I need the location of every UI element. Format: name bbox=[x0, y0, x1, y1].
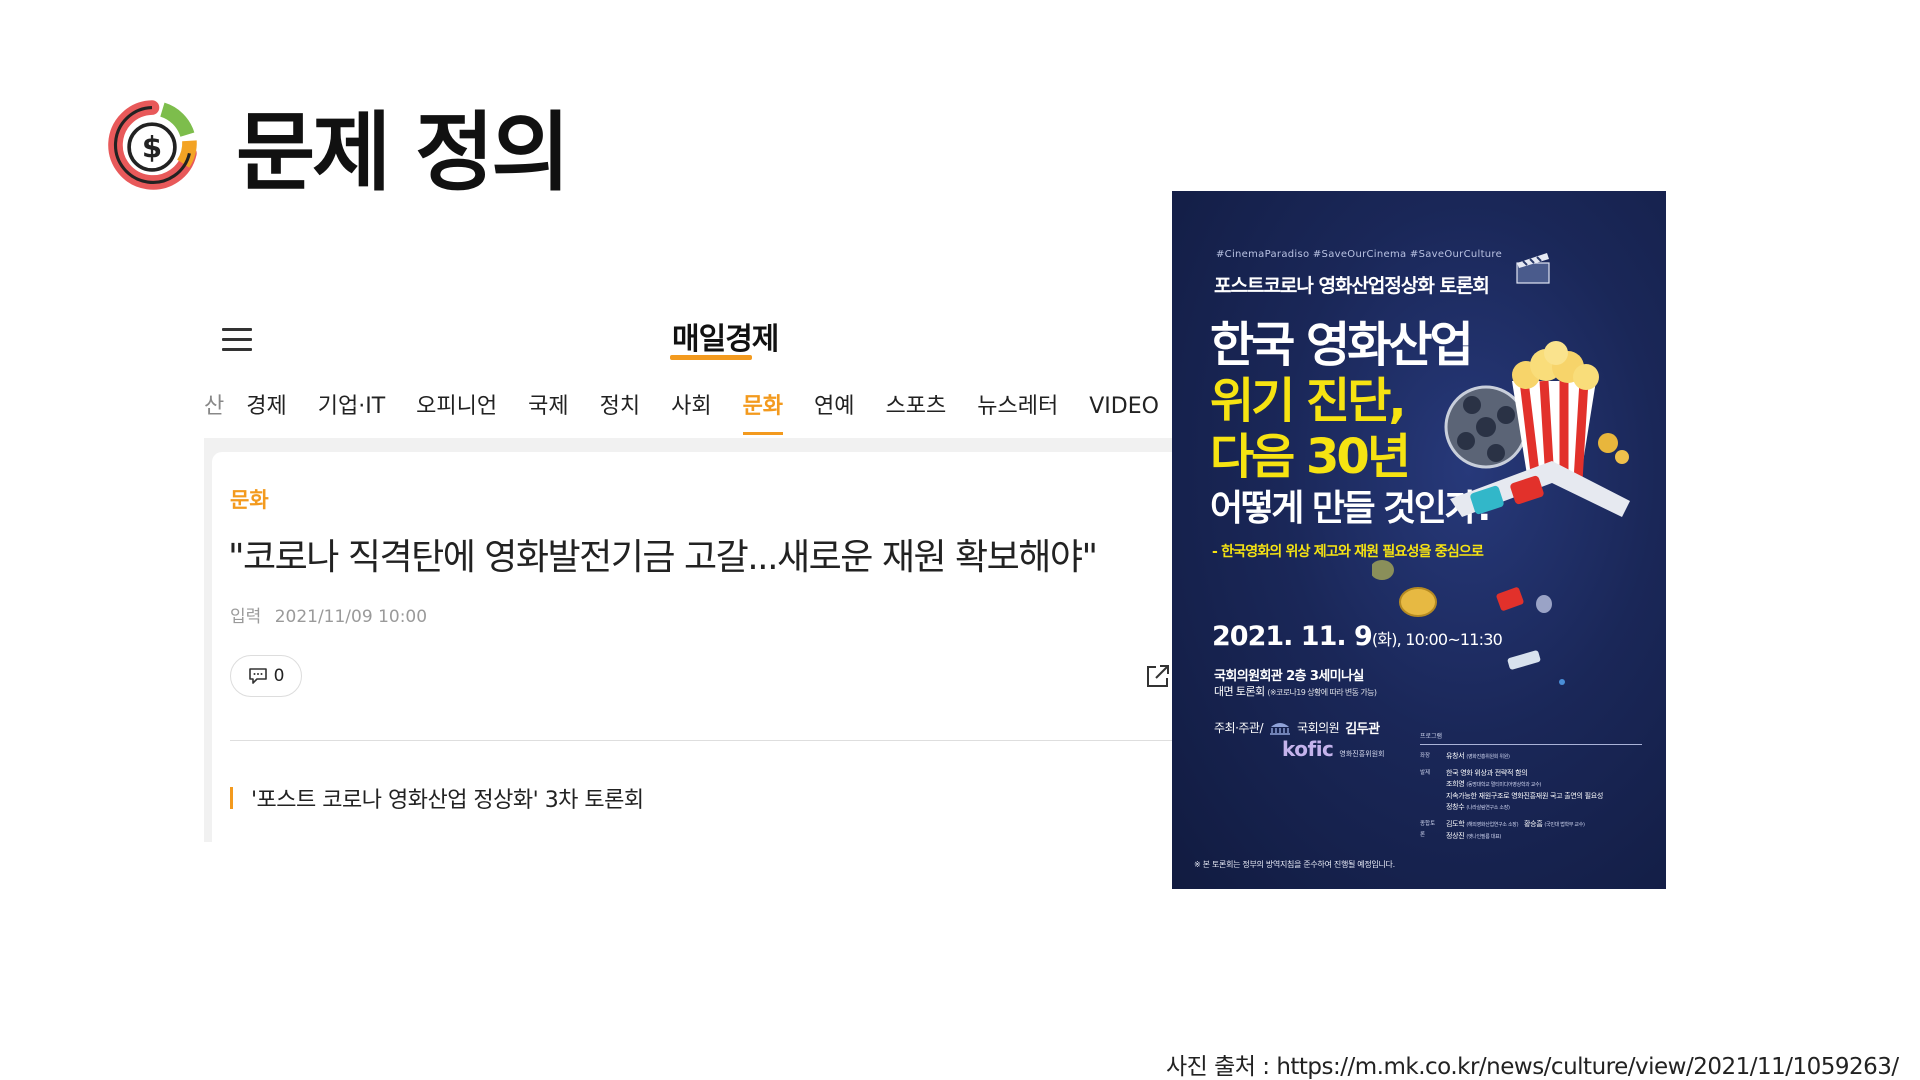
article-headline: "코로나 직격탄에 영화발전기금 고갈...새로운 재원 확보해야" bbox=[228, 537, 1098, 578]
program-text: 황승흠 bbox=[1524, 820, 1543, 828]
slide-title-group: $ 문제 정의 bbox=[100, 82, 570, 207]
comment-count: 0 bbox=[273, 666, 285, 686]
poster-host: 주최·주관/ 국회의원 김두관 bbox=[1214, 718, 1380, 737]
kofic-wordmark: kofic bbox=[1282, 737, 1334, 761]
poster-date: 2021. 11. 9(화), 10:00~11:30 bbox=[1212, 621, 1503, 652]
nav-item[interactable]: 사회 bbox=[671, 376, 711, 438]
comment-button[interactable]: 0 bbox=[230, 655, 302, 697]
news-nav: 산 경제 기업·IT 오피니언 국제 정치 사회 문화 연예 스포츠 뉴스레터 … bbox=[204, 376, 1172, 438]
kofic-logo: kofic 영화진흥위원회 bbox=[1282, 737, 1385, 761]
article-subheadline: '포스트 코로나 영화산업 정상화' 3차 토론회 bbox=[230, 782, 644, 814]
poster-online: 대면 토론회 (※코로나19 상황에 따라 변동 가능) bbox=[1214, 683, 1377, 699]
program-text: 정창수 bbox=[1446, 803, 1465, 811]
program-value: 유창서 (영화진흥위원회 위원) bbox=[1446, 751, 1648, 763]
program-note: (영화진흥위원회 위원) bbox=[1466, 754, 1510, 760]
svg-text:$: $ bbox=[142, 130, 162, 164]
article-category[interactable]: 문화 bbox=[230, 484, 269, 514]
nav-item[interactable]: 정치 bbox=[600, 376, 640, 438]
clapperboard-icon bbox=[1516, 253, 1550, 284]
nav-item[interactable]: 스포츠 bbox=[886, 376, 947, 438]
program-value: 한국 영화 위상과 전략적 함의조희영 (동명대학교 멀티미디어영상학과 교수)… bbox=[1446, 768, 1648, 814]
program-note: (국민대 법학부 교수) bbox=[1544, 822, 1585, 828]
event-poster: #CinemaParadiso #SaveOurCinema #SaveOurC… bbox=[1172, 191, 1666, 889]
news-header: 매일경제 bbox=[204, 300, 1172, 376]
poster-footnote: ※ 본 토론회는 정부의 방역지침을 준수하여 진행될 예정입니다. bbox=[1194, 860, 1395, 869]
program-row: 좌장 유창서 (영화진흥위원회 위원) bbox=[1420, 751, 1648, 763]
poster-online-note: (※코로나19 상황에 따라 변동 가능) bbox=[1267, 688, 1377, 697]
program-text: 한국 영화 위상과 전략적 함의 bbox=[1446, 769, 1528, 777]
program-note: (해외영화산업연구소 소장) bbox=[1466, 822, 1519, 828]
article-date: 입력 2021/11/09 10:00 bbox=[230, 602, 427, 627]
coins-illustration bbox=[1372, 560, 1565, 685]
nav-item[interactable]: VIDEO bbox=[1089, 376, 1159, 438]
poster-title-line3: 다음 30년 bbox=[1210, 429, 1411, 485]
date-value: 2021/11/09 10:00 bbox=[274, 607, 428, 627]
poster-program: 프로그램 좌장 유창서 (영화진흥위원회 위원) 발제 한국 영화 위상과 전략적 … bbox=[1420, 731, 1648, 848]
article-card: 문화 "코로나 직격탄에 영화발전기금 고갈...새로운 재원 확보해야" 입력… bbox=[212, 452, 1172, 842]
poster-subtitle: 포스트코로나 영화산업정상화 토론회 bbox=[1214, 275, 1490, 297]
program-text: 김도학 bbox=[1446, 820, 1465, 828]
nav-item[interactable]: 산 bbox=[204, 376, 224, 438]
news-screenshot: 매일경제 산 경제 기업·IT 오피니언 국제 정치 사회 문화 연예 스포츠 … bbox=[204, 300, 1172, 842]
poster-host-name: 김두관 bbox=[1345, 722, 1380, 737]
nav-item[interactable]: 뉴스레터 bbox=[977, 376, 1058, 438]
program-text: 조희영 bbox=[1446, 780, 1465, 788]
national-assembly-icon bbox=[1270, 722, 1291, 735]
program-text: 유창서 bbox=[1446, 752, 1465, 760]
news-logo[interactable]: 매일경제 bbox=[672, 314, 779, 358]
nav-item[interactable]: 국제 bbox=[528, 376, 568, 438]
nav-item[interactable]: 연예 bbox=[814, 376, 854, 438]
comment-icon bbox=[248, 668, 267, 684]
program-label: 좌장 bbox=[1420, 753, 1431, 759]
program-value: 김도학 (해외영화산업연구소 소장) 황승흠 (국민대 법학부 교수) 정상진 (… bbox=[1446, 819, 1648, 843]
poster-date-main: 2021. 11. 9 bbox=[1212, 621, 1373, 652]
program-row: 발제 한국 영화 위상과 전략적 함의조희영 (동명대학교 멀티미디어영상학과 교… bbox=[1420, 768, 1648, 814]
subheadline-text: '포스트 코로나 영화산업 정상화' 3차 토론회 bbox=[251, 788, 644, 813]
poster-hashtags: #CinemaParadiso #SaveOurCinema #SaveOurC… bbox=[1216, 249, 1503, 260]
program-note: (엣나인필름 대표) bbox=[1466, 834, 1502, 840]
program-text: 정상진 bbox=[1446, 832, 1465, 840]
poster-host-member: 국회의원 bbox=[1297, 721, 1340, 735]
source-caption: 사진 출처 : https://m.mk.co.kr/news/culture/… bbox=[1166, 1054, 1899, 1080]
share-icon[interactable] bbox=[1144, 662, 1172, 690]
nav-item[interactable]: 오피니언 bbox=[416, 376, 497, 438]
poster-host-label: 주최·주관/ bbox=[1214, 721, 1264, 735]
subheadline-bar bbox=[230, 787, 233, 809]
article-divider bbox=[230, 740, 1172, 741]
poster-date-sub: (화), 10:00~11:30 bbox=[1371, 630, 1503, 649]
nav-item[interactable]: 기업·IT bbox=[318, 376, 385, 438]
program-note: (나라살림연구소 소장) bbox=[1466, 805, 1510, 811]
nav-item[interactable]: 경제 bbox=[246, 376, 286, 438]
program-label: 종합토론 bbox=[1420, 821, 1436, 838]
money-chart-icon: $ bbox=[108, 99, 197, 190]
nav-item-active[interactable]: 문화 bbox=[742, 376, 784, 438]
logo-underline bbox=[670, 355, 752, 360]
program-row: 종합토론 김도학 (해외영화산업연구소 소장) 황승흠 (국민대 법학부 교수) 정… bbox=[1420, 819, 1648, 843]
program-label: 발제 bbox=[1420, 770, 1431, 776]
hamburger-menu-icon[interactable] bbox=[222, 328, 252, 352]
kofic-subtitle: 영화진흥위원회 bbox=[1339, 750, 1385, 758]
popcorn-film-illustration bbox=[1444, 341, 1630, 517]
poster-venue: 국회의원회관 2층 3세미나실 bbox=[1214, 669, 1364, 684]
program-text: 지속가능한 재원구조로 영화진흥재원 국고 출연의 필요성 bbox=[1446, 792, 1603, 800]
program-header: 프로그램 bbox=[1420, 731, 1642, 745]
program-note: (동명대학교 멀티미디어영상학과 교수) bbox=[1466, 782, 1542, 788]
poster-online-label: 대면 토론회 bbox=[1214, 685, 1265, 698]
page-title: 문제 정의 bbox=[236, 103, 570, 203]
date-label: 입력 bbox=[230, 607, 262, 627]
